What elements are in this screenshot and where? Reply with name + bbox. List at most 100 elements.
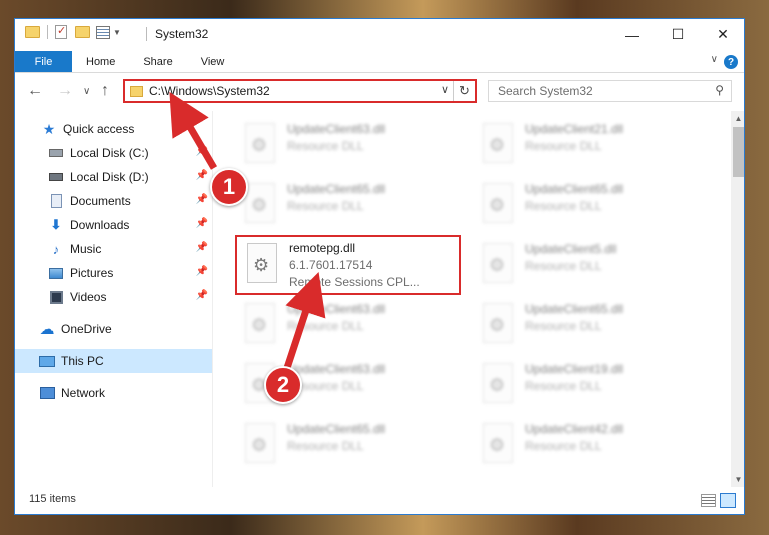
customize-qa-chevron-icon[interactable]: ▼: [113, 28, 121, 37]
new-folder-icon[interactable]: [75, 26, 90, 38]
scroll-up-arrow-icon[interactable]: ▲: [731, 111, 744, 126]
pin-icon[interactable]: 📌: [196, 194, 208, 205]
file-description: Resource DLL: [287, 319, 364, 333]
file-tile[interactable]: ⚙ UpdateClient65.dll Resource DLL: [473, 177, 703, 233]
sidebar-item-onedrive[interactable]: ☁ OneDrive: [15, 317, 212, 341]
back-button[interactable]: ←: [27, 82, 43, 100]
sidebar-item-pictures[interactable]: Pictures 📌: [15, 261, 212, 285]
quick-access-toolbar: ▼: [25, 24, 121, 39]
tiles-view-icon[interactable]: [720, 493, 736, 508]
tab-file[interactable]: File: [15, 51, 72, 72]
network-icon: [39, 387, 55, 399]
pin-icon[interactable]: 📌: [196, 218, 208, 229]
sidebar-item-local-disk-c[interactable]: Local Disk (C:) 📌: [15, 141, 212, 165]
sidebar-item-label: Pictures: [70, 266, 114, 280]
address-dropdown-icon[interactable]: ∨: [441, 83, 449, 96]
tab-share[interactable]: Share: [129, 51, 186, 72]
address-bar[interactable]: C:\Windows\System32 ∨ ↻: [123, 79, 477, 103]
sidebar-item-label: Quick access: [63, 122, 135, 136]
file-description: Resource DLL: [525, 199, 602, 213]
sidebar-item-label: Network: [61, 386, 106, 400]
file-name: UpdateClient19.dll: [525, 362, 624, 376]
drive-icon: [49, 173, 63, 181]
downloads-icon: ⬇: [50, 217, 62, 232]
dll-file-icon: ⚙: [481, 423, 517, 467]
dll-file-icon: ⚙: [245, 243, 281, 287]
navigation-bar: ← → ∨ ↑ C:\Windows\System32 ∨ ↻ Search S…: [15, 75, 744, 109]
properties-check-icon[interactable]: [55, 24, 67, 39]
sidebar-item-downloads[interactable]: ⬇ Downloads 📌: [15, 213, 212, 237]
scroll-down-arrow-icon[interactable]: ▼: [731, 472, 744, 487]
dll-file-icon: ⚙: [243, 183, 279, 227]
sidebar-item-network[interactable]: Network: [15, 381, 212, 405]
file-name: UpdateClient21.dll: [525, 122, 624, 136]
sidebar-item-music[interactable]: ♪ Music 📌: [15, 237, 212, 261]
file-tile[interactable]: ⚙ UpdateClient5.dll Resource DLL: [473, 237, 703, 293]
cloud-icon: ☁: [39, 321, 55, 338]
file-description: Resource DLL: [287, 439, 364, 453]
status-bar: 115 items: [15, 489, 744, 514]
file-description: Resource DLL: [525, 439, 602, 453]
properties-icon[interactable]: [96, 25, 110, 39]
file-tile[interactable]: ⚙ UpdateClient21.dll Resource DLL: [473, 117, 703, 173]
maximize-button[interactable]: ☐: [655, 19, 701, 50]
sidebar-item-label: This PC: [61, 354, 104, 368]
pin-icon[interactable]: 📌: [196, 170, 208, 181]
tab-home[interactable]: Home: [72, 51, 129, 72]
file-description: Resource DLL: [525, 319, 602, 333]
file-name: UpdateClient65.dll: [287, 422, 386, 436]
close-button[interactable]: ✕: [700, 19, 744, 50]
file-tile[interactable]: ⚙ UpdateClient63.dll Resource DLL: [235, 297, 465, 353]
file-name: remotepg.dll: [289, 241, 356, 255]
help-button[interactable]: ?: [724, 55, 738, 69]
scroll-thumb[interactable]: [733, 127, 744, 177]
sidebar-item-local-disk-d[interactable]: Local Disk (D:) 📌: [15, 165, 212, 189]
search-placeholder: Search System32: [498, 84, 593, 98]
file-tile[interactable]: ⚙ UpdateClient65.dll Resource DLL: [235, 417, 465, 473]
forward-button[interactable]: →: [57, 82, 73, 100]
search-input[interactable]: Search System32 ⚲: [488, 80, 732, 102]
file-tile[interactable]: ⚙ UpdateClient42.dll Resource DLL: [473, 417, 703, 473]
file-name: UpdateClient65.dll: [525, 182, 624, 196]
sidebar-item-videos[interactable]: Videos 📌: [15, 285, 212, 309]
details-view-icon[interactable]: [701, 494, 716, 507]
sidebar-item-documents[interactable]: Documents 📌: [15, 189, 212, 213]
pin-icon[interactable]: 📌: [196, 266, 208, 277]
minimize-button[interactable]: —: [609, 19, 655, 50]
expand-ribbon-chevron-icon[interactable]: ∨: [711, 54, 718, 65]
sidebar-item-label: Videos: [70, 290, 107, 304]
dll-file-icon: ⚙: [243, 423, 279, 467]
file-explorer-window: ▼ System32 — ☐ ✕ File Home Share View ∨ …: [14, 18, 745, 515]
title-separator: [146, 27, 147, 41]
file-description: Resource DLL: [287, 139, 364, 153]
sidebar-item-label: Music: [70, 242, 102, 256]
refresh-button[interactable]: ↻: [453, 81, 475, 101]
file-name: UpdateClient42.dll: [525, 422, 624, 436]
pin-icon[interactable]: 📌: [196, 242, 208, 253]
file-tile[interactable]: ⚙ UpdateClient19.dll Resource DLL: [473, 357, 703, 413]
item-count: 115 items: [29, 493, 76, 505]
annotation-step-1: 1: [210, 168, 248, 206]
sidebar-item-quick-access[interactable]: ★ Quick access: [15, 117, 212, 141]
file-tile[interactable]: ⚙ UpdateClient65.dll Resource DLL: [473, 297, 703, 353]
pin-icon[interactable]: 📌: [196, 146, 208, 157]
file-name: UpdateClient63.dll: [287, 122, 386, 136]
tab-view[interactable]: View: [187, 51, 239, 72]
file-list: ⚙ UpdateClient63.dll Resource DLL ⚙ Updat…: [213, 111, 731, 487]
vertical-scrollbar[interactable]: ▲ ▼: [731, 111, 744, 487]
file-tile[interactable]: ⚙ UpdateClient63.dll Resource DLL: [235, 117, 465, 173]
pictures-icon: [49, 267, 63, 279]
drive-icon: [49, 149, 63, 157]
recent-locations-button[interactable]: ∨: [83, 86, 90, 97]
computer-icon: [39, 355, 55, 367]
navigation-pane: ★ Quick access Local Disk (C:) 📌 Local D…: [15, 111, 212, 487]
file-name: UpdateClient5.dll: [525, 242, 617, 256]
pin-icon[interactable]: 📌: [196, 290, 208, 301]
file-tile-remotepg[interactable]: ⚙ remotepg.dll 6.1.7601.17514 Remote Ses…: [235, 235, 461, 295]
sidebar-item-this-pc[interactable]: This PC: [15, 349, 212, 373]
file-tile[interactable]: ⚙ UpdateClient65.dll Resource DLL: [235, 177, 465, 233]
up-button[interactable]: ↑: [101, 82, 109, 100]
dll-file-icon: ⚙: [243, 303, 279, 347]
address-path[interactable]: C:\Windows\System32: [149, 84, 270, 98]
window-title: System32: [155, 27, 209, 41]
